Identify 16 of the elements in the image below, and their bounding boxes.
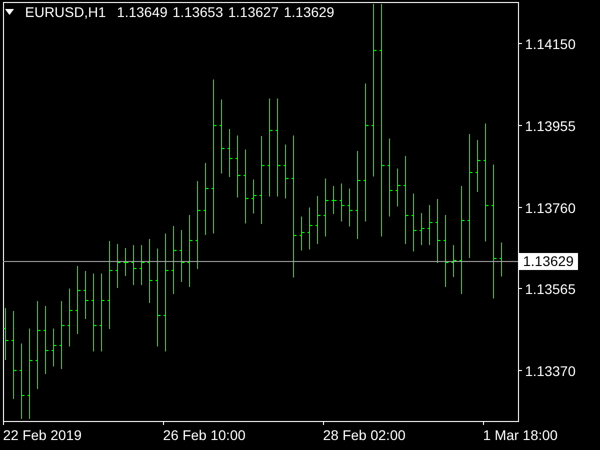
price-axis-label: 1.13955 (525, 118, 576, 134)
price-axis-label: 1.13760 (525, 200, 576, 216)
price-axis-label: 1.13565 (525, 280, 576, 296)
ohlc-value: 1.13653 (172, 4, 224, 20)
dropdown-triangle-icon[interactable] (5, 9, 14, 15)
price-axis-label: 1.14150 (525, 36, 576, 52)
time-axis-label: 22 Feb 2019 (3, 427, 83, 443)
ohlc-value: 1.13649 (116, 4, 168, 20)
time-axis-label: 1 Mar 18:00 (483, 427, 559, 443)
symbol-timeframe: EURUSD,H1 (25, 4, 106, 20)
ohlc-value: 1.13629 (284, 4, 334, 20)
ohlc-value: 1.13627 (228, 4, 279, 20)
current-price-label: 1.13629 (519, 252, 578, 270)
time-axis-label: 26 Feb 10:00 (163, 427, 247, 443)
time-axis-label: 28 Feb 02:00 (323, 427, 407, 443)
price-axis-label: 1.13370 (525, 362, 576, 378)
